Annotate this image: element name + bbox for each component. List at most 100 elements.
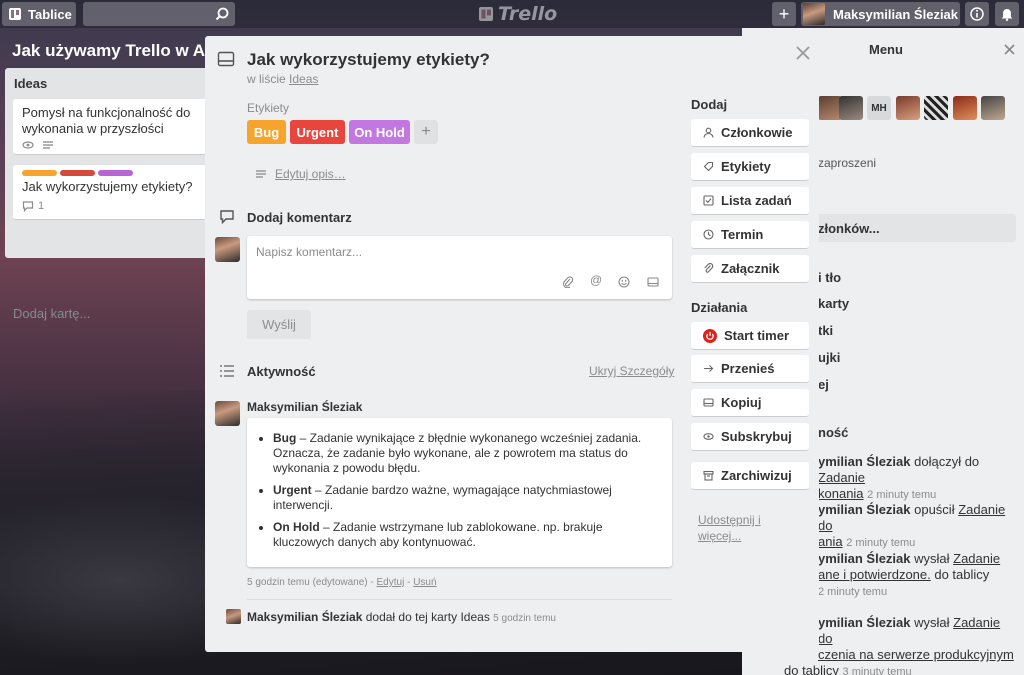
current-user-avatar[interactable] <box>215 237 240 262</box>
activity-user[interactable]: ymilian Śleziak <box>818 454 911 469</box>
labels-button[interactable]: Etykiety <box>691 153 809 181</box>
members-button[interactable]: Członkowie <box>691 119 809 147</box>
archive-icon <box>703 470 714 481</box>
send-comment-button[interactable]: Wyślij <box>247 310 311 339</box>
activity-user[interactable]: ymilian Śleziak <box>818 502 911 517</box>
archive-button[interactable]: Zarchiwizuj <box>691 462 809 490</box>
boards-button[interactable]: Tablice <box>2 2 76 26</box>
menu-activity-item: ymilian Śleziak opuścił Zadanie do ania … <box>818 502 1018 551</box>
top-bar: Tablice Trello + Maksymilian Śleziak <box>0 0 1024 28</box>
card-title[interactable]: Jak wykorzystujemy etykiety? <box>247 50 490 70</box>
plus-icon: + <box>778 3 790 24</box>
list-link[interactable]: Ideas <box>289 72 318 86</box>
activity-link[interactable]: ane i potwierdzone. <box>818 567 931 582</box>
user-icon <box>703 127 714 138</box>
activity-time: 2 minuty temu <box>846 537 916 549</box>
create-button[interactable]: + <box>772 2 796 26</box>
description-icon <box>256 170 266 178</box>
search-input[interactable] <box>83 2 235 26</box>
copy-button[interactable]: Kopiuj <box>691 389 809 417</box>
label-bug[interactable]: Bug <box>247 120 286 144</box>
emoji-icon[interactable] <box>618 276 630 288</box>
menu-invited: zaproszeni <box>818 156 877 170</box>
member-avatar[interactable] <box>924 96 948 120</box>
separator: - <box>404 577 414 588</box>
activity-link[interactable]: konania <box>818 486 864 501</box>
activity-time: 3 minuty temu <box>842 666 912 675</box>
menu-item[interactable]: karty <box>818 296 849 311</box>
comment-input[interactable]: Napisz komentarz... @ <box>247 236 672 299</box>
close-icon[interactable] <box>796 46 810 60</box>
due-date-button[interactable]: Termin <box>691 221 809 249</box>
menu-activity-heading: ność <box>818 425 849 440</box>
close-icon[interactable] <box>1004 44 1015 55</box>
menu-activity-item: ymilian Śleziak wysłał Zadanie do czenia… <box>784 615 1018 675</box>
activity-link[interactable]: ania <box>818 534 843 549</box>
list-card[interactable]: Jak wykorzystujemy etykiety? 1 <box>13 165 212 220</box>
delete-comment-link[interactable]: Usuń <box>413 577 436 588</box>
info-icon <box>970 7 984 21</box>
trello-logo-icon <box>479 7 493 21</box>
activity-user[interactable]: ymilian Śleziak <box>818 615 911 630</box>
activity-text: wysłał <box>910 615 954 630</box>
add-card-link[interactable]: Dodaj kartę... <box>13 306 90 321</box>
menu-item[interactable]: i tło <box>818 270 841 285</box>
term-desc: – Zadanie wstrzymane lub zablokowane. np… <box>273 520 603 549</box>
term-desc: – Zadanie wynikające z błędnie wykonaneg… <box>273 431 642 475</box>
mention-icon[interactable]: @ <box>590 273 602 287</box>
hide-details-link[interactable]: Ukryj Szczegóły <box>589 364 674 378</box>
activity-user[interactable]: ymilian Śleziak <box>818 551 911 566</box>
log-author-avatar[interactable] <box>226 609 241 624</box>
activity-link[interactable]: czenia na serwerze produkcyjnym <box>818 647 1014 662</box>
move-button[interactable]: Przenieś <box>691 355 809 383</box>
button-label: Lista zadań <box>721 193 792 208</box>
subscribe-button[interactable]: Subskrybuj <box>691 423 809 451</box>
checklist-button[interactable]: Lista zadań <box>691 187 809 215</box>
add-label-button[interactable]: + <box>414 120 438 144</box>
menu-invite-label: złonków... <box>818 221 880 236</box>
comment-body: Bug – Zadanie wynikające z błędnie wykon… <box>247 418 672 567</box>
log-user[interactable]: Maksymilian Śleziak <box>247 610 362 624</box>
member-avatar-initials[interactable]: MH <box>867 96 891 120</box>
comment-list-item: On Hold – Zadanie wstrzymane lub zabloko… <box>273 520 662 550</box>
trello-logo[interactable]: Trello <box>478 3 557 25</box>
label-on-hold[interactable]: On Hold <box>349 120 410 144</box>
list-ideas: Ideas Pomysł na funkcjonalność do wykona… <box>5 68 220 321</box>
info-button[interactable] <box>965 2 989 26</box>
user-avatar <box>803 3 825 25</box>
activity-text: opuścił <box>910 502 959 517</box>
share-more-link[interactable]: Udostępnij i więcej... <box>698 512 778 544</box>
comment-placeholder: Napisz komentarz... <box>256 245 363 259</box>
term: Urgent <box>273 483 312 497</box>
list-card[interactable]: Pomysł na funkcjonalność do wykonania w … <box>13 99 212 155</box>
menu-item[interactable]: ej <box>818 377 829 392</box>
menu-item[interactable]: ujki <box>818 350 840 365</box>
checkbox-icon <box>703 195 714 206</box>
edit-description-link[interactable]: Edytuj opis… <box>255 167 346 181</box>
user-menu-button[interactable]: Maksymilian Śleziak <box>801 2 960 26</box>
button-label: Termin <box>721 227 764 242</box>
tag-icon <box>703 161 714 172</box>
member-avatar[interactable] <box>839 96 863 120</box>
label-urgent[interactable]: Urgent <box>290 120 345 144</box>
member-avatar[interactable] <box>896 96 920 120</box>
card-link-icon[interactable] <box>647 276 659 288</box>
activity-heading: Aktywność <box>247 364 316 379</box>
member-avatar[interactable] <box>953 96 977 120</box>
start-timer-button[interactable]: Start timer <box>691 322 809 350</box>
activity-link[interactable]: Zadanie <box>818 470 865 485</box>
edit-comment-link[interactable]: Edytuj <box>377 577 405 588</box>
menu-item[interactable]: tki <box>818 323 833 338</box>
comment-author-avatar[interactable] <box>215 401 240 426</box>
activity-time: 2 minuty temu <box>867 489 937 501</box>
list-title[interactable]: Ideas <box>14 76 47 91</box>
attachment-icon[interactable] <box>562 276 574 288</box>
edit-description-label: Edytuj opis… <box>275 167 346 181</box>
attachment-button[interactable]: Załącznik <box>691 255 809 283</box>
activity-icon <box>220 365 234 377</box>
activity-link[interactable]: Zadanie <box>953 551 1000 566</box>
member-avatar[interactable] <box>981 96 1005 120</box>
activity-time: 2 minuty temu <box>818 586 888 598</box>
notifications-button[interactable] <box>995 2 1019 26</box>
comment-author[interactable]: Maksymilian Śleziak <box>247 400 362 414</box>
